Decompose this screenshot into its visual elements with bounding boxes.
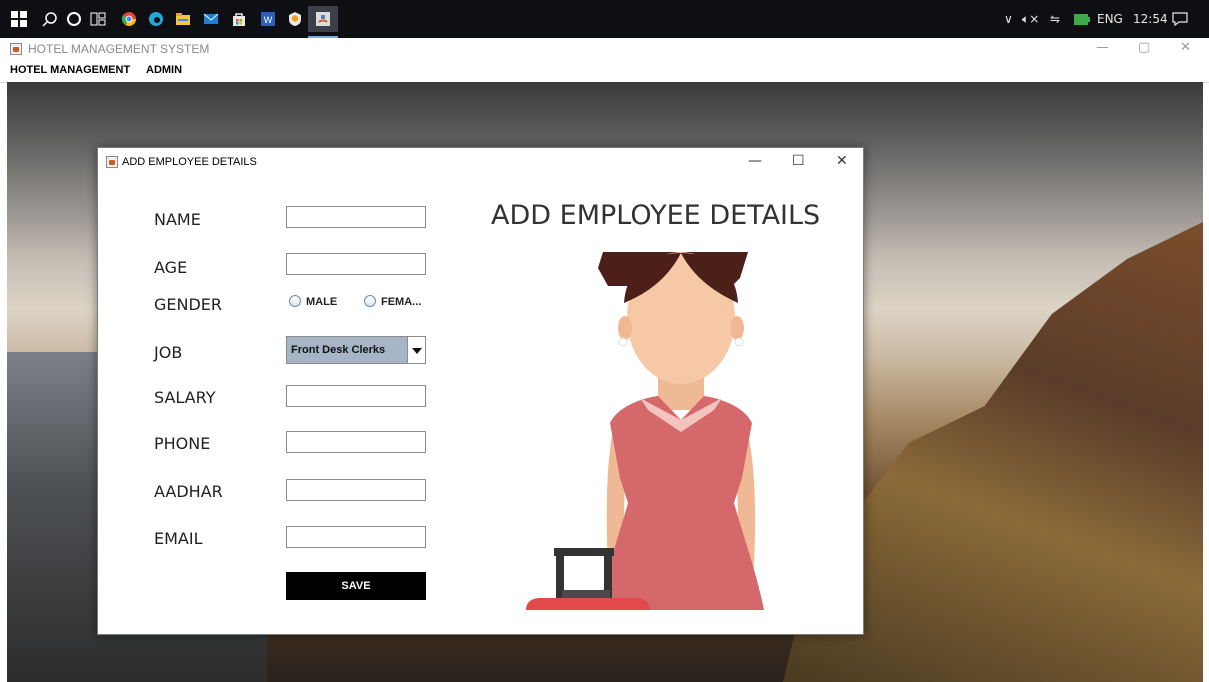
minimize-icon[interactable]: — <box>1096 40 1109 55</box>
menu-hotel-management[interactable]: HOTEL MANAGEMENT <box>10 64 130 76</box>
name-label: NAME <box>154 210 201 229</box>
male-radio-label[interactable]: MALE <box>306 296 337 308</box>
restore-icon[interactable]: ▢ <box>1138 40 1150 55</box>
dialog-maximize-icon[interactable]: ☐ <box>792 153 805 169</box>
page-heading: ADD EMPLOYEE DETAILS <box>491 200 821 231</box>
task-view-icon[interactable] <box>90 11 106 27</box>
chevron-down-icon[interactable] <box>407 337 425 363</box>
email-input[interactable] <box>286 526 426 548</box>
cortana-icon[interactable] <box>66 11 82 27</box>
phone-label: PHONE <box>154 434 211 453</box>
menu-bar: HOTEL MANAGEMENT ADMIN <box>0 60 1209 83</box>
salary-label: SALARY <box>154 388 216 407</box>
male-radio[interactable] <box>289 295 301 307</box>
name-input[interactable] <box>286 206 426 228</box>
dialog-title-bar: ADD EMPLOYEE DETAILS — ☐ ✕ <box>98 148 863 178</box>
app-shield-icon[interactable] <box>287 11 303 27</box>
clock[interactable]: 12:54 <box>1133 0 1168 38</box>
app-title-bar: HOTEL MANAGEMENT SYSTEM — ▢ ✕ <box>0 38 1209 60</box>
save-button[interactable]: SAVE <box>286 572 426 600</box>
aadhar-label: AADHAR <box>154 482 223 501</box>
notifications-icon[interactable] <box>1172 12 1188 26</box>
store-icon[interactable] <box>231 11 247 27</box>
battery-icon[interactable] <box>1074 14 1090 25</box>
salary-input[interactable] <box>286 385 426 407</box>
network-icon[interactable]: ⇋ <box>1050 0 1060 38</box>
receptionist-illustration <box>526 252 764 610</box>
close-icon[interactable]: ✕ <box>1180 40 1191 55</box>
job-dropdown[interactable]: Front Desk Clerks <box>286 336 426 364</box>
search-icon[interactable] <box>42 11 58 27</box>
language-indicator[interactable]: ENG <box>1097 0 1123 38</box>
word-icon[interactable]: W <box>260 11 276 27</box>
female-radio-label[interactable]: FEMA... <box>381 296 421 308</box>
dialog-minimize-icon[interactable]: — <box>748 153 762 169</box>
menu-admin[interactable]: ADMIN <box>146 64 182 76</box>
app-window-title: HOTEL MANAGEMENT SYSTEM <box>28 42 210 56</box>
edge-icon[interactable] <box>148 11 164 27</box>
java-app-icon[interactable] <box>315 11 331 27</box>
age-label: AGE <box>154 258 188 277</box>
tray-chevron-icon[interactable]: ∨ <box>1004 0 1013 38</box>
add-employee-dialog: ADD EMPLOYEE DETAILS — ☐ ✕ NAME AGE GEND… <box>97 147 864 635</box>
job-label: JOB <box>154 343 183 362</box>
windows-start-icon[interactable] <box>11 11 27 27</box>
job-selected-value: Front Desk Clerks <box>291 344 386 356</box>
dialog-close-icon[interactable]: ✕ <box>836 153 848 169</box>
java-icon <box>10 43 22 55</box>
aadhar-input[interactable] <box>286 479 426 501</box>
dialog-title: ADD EMPLOYEE DETAILS <box>122 156 257 168</box>
volume-muted-icon[interactable]: 🔈︎× <box>1022 0 1039 38</box>
gender-label: GENDER <box>154 295 223 314</box>
age-input[interactable] <box>286 253 426 275</box>
windows-taskbar: W ∨ 🔈︎× ⇋ ENG 12:54 <box>0 0 1209 38</box>
phone-input[interactable] <box>286 431 426 453</box>
java-icon <box>106 156 118 168</box>
file-explorer-icon[interactable] <box>175 11 191 27</box>
email-label: EMAIL <box>154 529 203 548</box>
mail-icon[interactable] <box>203 11 219 27</box>
svg-text:W: W <box>264 15 273 25</box>
chrome-icon[interactable] <box>121 11 137 27</box>
female-radio[interactable] <box>364 295 376 307</box>
